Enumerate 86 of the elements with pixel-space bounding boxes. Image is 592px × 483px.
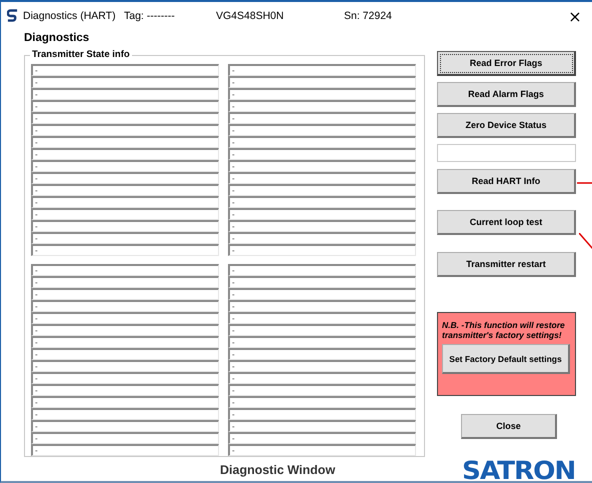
info-field[interactable]: - xyxy=(228,208,416,220)
info-field[interactable]: - xyxy=(228,136,416,148)
action-button[interactable]: Read HART Info xyxy=(437,169,576,194)
info-field[interactable]: - xyxy=(228,220,416,232)
info-field[interactable]: - xyxy=(31,348,219,360)
info-field[interactable]: - xyxy=(31,276,219,288)
info-field[interactable]: - xyxy=(228,100,416,112)
action-button[interactable]: Transmitter restart xyxy=(437,252,576,277)
close-dialog-button[interactable]: Close xyxy=(461,414,557,439)
info-field[interactable]: - xyxy=(31,76,219,88)
info-field[interactable]: - xyxy=(228,300,416,312)
info-field[interactable]: - xyxy=(31,100,219,112)
info-field[interactable]: - xyxy=(228,264,416,276)
info-field[interactable]: - xyxy=(228,276,416,288)
info-field[interactable]: - xyxy=(228,124,416,136)
info-field[interactable]: - xyxy=(228,396,416,408)
info-field[interactable]: - xyxy=(31,232,219,244)
section-heading: Diagnostics xyxy=(24,32,90,46)
action-button[interactable]: Current loop test xyxy=(437,210,576,235)
info-field[interactable]: - xyxy=(228,244,416,256)
info-field[interactable]: - xyxy=(228,148,416,160)
input-field[interactable] xyxy=(437,144,576,162)
info-field[interactable]: - xyxy=(31,372,219,384)
action-button[interactable]: Read Alarm Flags xyxy=(437,82,576,107)
tag-label: Tag: -------- xyxy=(124,10,176,22)
action-button[interactable]: Read Error Flags xyxy=(437,51,576,76)
info-field[interactable]: - xyxy=(228,184,416,196)
info-field[interactable]: - xyxy=(31,244,219,256)
info-field[interactable]: - xyxy=(228,324,416,336)
info-field[interactable]: - xyxy=(31,384,219,396)
leader-line xyxy=(579,233,592,249)
info-field[interactable]: - xyxy=(31,88,219,100)
info-field[interactable]: - xyxy=(228,112,416,124)
leader-line xyxy=(577,182,592,184)
info-field[interactable]: - xyxy=(31,64,219,76)
info-field[interactable]: - xyxy=(228,336,416,348)
info-field[interactable]: - xyxy=(228,88,416,100)
device-name: VG4S48SH0N xyxy=(216,10,285,22)
footer-title: Diagnostic Window xyxy=(220,463,336,477)
info-field[interactable]: - xyxy=(31,172,219,184)
info-field[interactable]: - xyxy=(31,360,219,372)
info-field[interactable]: - xyxy=(31,408,219,420)
close-button[interactable]: × xyxy=(560,4,590,28)
window-title: Diagnostics (HART) xyxy=(23,10,117,22)
company-logo: SATRON xyxy=(462,456,576,481)
info-field[interactable]: - xyxy=(31,184,219,196)
app-logo-icon xyxy=(7,9,18,23)
info-field[interactable]: - xyxy=(31,288,219,300)
info-field[interactable]: - xyxy=(31,160,219,172)
info-field[interactable]: - xyxy=(31,208,219,220)
info-field[interactable]: - xyxy=(228,348,416,360)
info-field[interactable]: - xyxy=(228,384,416,396)
info-field[interactable]: - xyxy=(31,220,219,232)
info-field[interactable]: - xyxy=(31,396,219,408)
info-field[interactable]: - xyxy=(31,300,219,312)
info-field[interactable]: - xyxy=(228,372,416,384)
info-field[interactable]: - xyxy=(31,124,219,136)
info-field[interactable]: - xyxy=(228,196,416,208)
info-field[interactable]: - xyxy=(31,324,219,336)
info-field[interactable]: - xyxy=(228,312,416,324)
info-field[interactable]: - xyxy=(228,360,416,372)
info-field[interactable]: - xyxy=(31,432,219,444)
info-field[interactable]: - xyxy=(31,420,219,432)
action-button[interactable]: Zero Device Status xyxy=(437,113,576,138)
info-field[interactable]: - xyxy=(228,432,416,444)
info-field[interactable]: - xyxy=(228,76,416,88)
info-field[interactable]: - xyxy=(228,160,416,172)
info-field[interactable]: - xyxy=(228,444,416,456)
info-field[interactable]: - xyxy=(31,136,219,148)
warning-text: N.B. -This function will restore transmitter's factory settings! xyxy=(442,320,566,340)
factory-reset-button[interactable]: Set Factory Default settings xyxy=(442,344,570,374)
info-field[interactable]: - xyxy=(31,312,219,324)
info-field[interactable]: - xyxy=(228,420,416,432)
info-field[interactable]: - xyxy=(228,64,416,76)
info-field[interactable]: - xyxy=(31,336,219,348)
info-field[interactable]: - xyxy=(31,148,219,160)
info-field[interactable]: - xyxy=(228,232,416,244)
serial-number: Sn: 72924 xyxy=(344,10,393,22)
info-field[interactable]: - xyxy=(228,408,416,420)
info-field[interactable]: - xyxy=(31,196,219,208)
info-field[interactable]: - xyxy=(31,444,219,456)
info-field[interactable]: - xyxy=(31,264,219,276)
group-legend: Transmitter State info xyxy=(30,49,132,60)
info-field[interactable]: - xyxy=(31,112,219,124)
info-field[interactable]: - xyxy=(228,288,416,300)
info-field[interactable]: - xyxy=(228,172,416,184)
